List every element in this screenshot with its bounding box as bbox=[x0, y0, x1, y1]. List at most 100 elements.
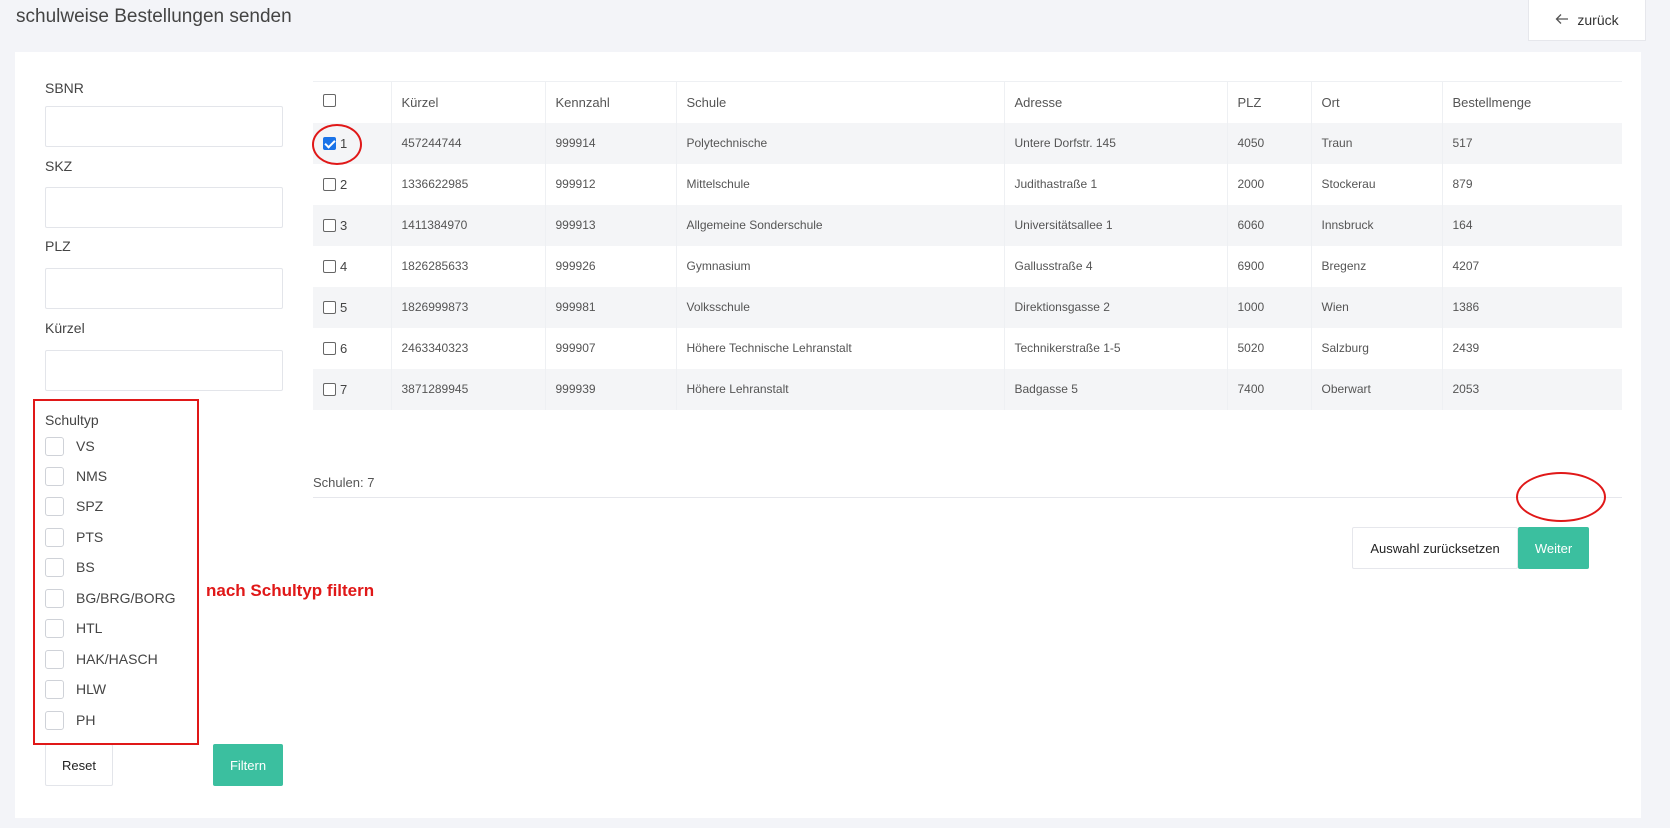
table-cell: 6060 bbox=[1227, 204, 1312, 246]
table-cell: Wien bbox=[1311, 286, 1443, 328]
row-select: 3 bbox=[323, 205, 381, 246]
table-cell: 7400 bbox=[1227, 368, 1312, 410]
table-cell: 1826285633 bbox=[391, 245, 546, 287]
table-cell: Höhere Lehranstalt bbox=[676, 368, 1005, 410]
table-row[interactable]: 4 1826285633 999926 Gymnasium Gallusstraße 4… bbox=[313, 245, 1622, 287]
kuerzel-label: Kürzel bbox=[45, 320, 85, 336]
table-row[interactable]: 7 3871289945 999939 Höhere Lehranstalt Badga… bbox=[313, 368, 1622, 410]
table-cell: 4207 bbox=[1452, 259, 1480, 273]
table-cell: 1000 bbox=[1227, 286, 1312, 328]
annotation-circle-row-checkbox bbox=[312, 124, 362, 165]
table-cell: 999907 bbox=[545, 327, 677, 369]
filter-button[interactable]: Filtern bbox=[213, 744, 283, 786]
table-cell: 1826999873 bbox=[391, 286, 546, 328]
annotation-schultyp-box bbox=[33, 399, 199, 745]
table-cell: 1411384970 bbox=[391, 204, 546, 246]
back-button[interactable]: zurück bbox=[1528, 0, 1646, 41]
row-number: 6 bbox=[340, 340, 348, 356]
table-cell: Volksschule bbox=[676, 286, 1005, 328]
reset-button[interactable]: Reset bbox=[45, 744, 113, 786]
table-cell: 999981 bbox=[545, 286, 677, 328]
column-header[interactable]: Bestellmenge bbox=[1442, 81, 1622, 123]
page-title: schulweise Bestellungen senden bbox=[16, 6, 292, 27]
table-row[interactable]: 2 1336622985 999912 Mittelschule Judithastra… bbox=[313, 163, 1622, 205]
back-button-label: zurück bbox=[1577, 12, 1619, 28]
table-cell: Technikerstraße 1-5 bbox=[1004, 327, 1228, 369]
row-checkbox[interactable] bbox=[323, 300, 336, 314]
table-cell: Stockerau bbox=[1311, 163, 1443, 205]
table-cell: Direktionsgasse 2 bbox=[1004, 286, 1228, 328]
column-header[interactable]: PLZ bbox=[1227, 81, 1312, 123]
school-count: Schulen: 7 bbox=[313, 475, 375, 490]
table-cell: Gallusstraße 4 bbox=[1004, 245, 1228, 287]
table-cell: 1386 bbox=[1452, 300, 1480, 314]
select-cell: 6 bbox=[313, 327, 392, 369]
row-select: 7 bbox=[323, 369, 381, 410]
table-cell: 999912 bbox=[545, 163, 677, 205]
table-cell: 2000 bbox=[1227, 163, 1312, 205]
column-header[interactable]: Schule bbox=[676, 81, 1005, 123]
clear-selection-button[interactable]: Auswahl zurücksetzen bbox=[1352, 527, 1518, 569]
divider bbox=[313, 497, 1622, 498]
table-cell: 4050 bbox=[1227, 122, 1312, 164]
next-button[interactable]: Weiter bbox=[1518, 527, 1589, 569]
table-cell: Badgasse 5 bbox=[1004, 368, 1228, 410]
plz-label: PLZ bbox=[45, 238, 71, 254]
column-header[interactable]: Adresse bbox=[1004, 81, 1228, 123]
select-cell: 4 bbox=[313, 245, 392, 287]
skz-label: SKZ bbox=[45, 158, 73, 174]
table-cell: Salzburg bbox=[1311, 327, 1443, 369]
skz-input[interactable] bbox=[45, 187, 283, 228]
table-cell: Gymnasium bbox=[676, 245, 1005, 287]
row-checkbox[interactable] bbox=[323, 382, 336, 396]
sbnr-input[interactable] bbox=[45, 106, 283, 147]
row-checkbox[interactable] bbox=[323, 218, 336, 232]
select-all-checkbox[interactable] bbox=[323, 94, 336, 108]
select-cell: 3 bbox=[313, 204, 392, 246]
table-cell: Polytechnische bbox=[676, 122, 1005, 164]
plz-input[interactable] bbox=[45, 268, 283, 309]
table-cell: 2439 bbox=[1452, 341, 1480, 355]
row-select: 2 bbox=[323, 164, 381, 205]
table-cell: 1336622985 bbox=[391, 163, 546, 205]
table-header-row: Kürzel Kennzahl Schule Adresse PLZ Ort B… bbox=[313, 81, 1622, 123]
table-cell: Innsbruck bbox=[1311, 204, 1443, 246]
row-checkbox[interactable] bbox=[323, 259, 336, 273]
table-cell: 2463340323 bbox=[391, 327, 546, 369]
row-checkbox[interactable] bbox=[323, 341, 336, 355]
schools-table: Kürzel Kennzahl Schule Adresse PLZ Ort B… bbox=[313, 81, 1622, 410]
row-select: 4 bbox=[323, 246, 381, 287]
kuerzel-input[interactable] bbox=[45, 350, 283, 391]
column-header[interactable]: Kennzahl bbox=[545, 81, 677, 123]
select-cell: 5 bbox=[313, 286, 392, 328]
row-select: 6 bbox=[323, 328, 381, 369]
table-cell: 517 bbox=[1452, 136, 1473, 150]
table-cell: 457244744 bbox=[391, 122, 546, 164]
table-cell: Mittelschule bbox=[676, 163, 1005, 205]
table-cell: Oberwart bbox=[1311, 368, 1443, 410]
table-row[interactable]: 3 1411384970 999913 Allgemeine Sonderschule… bbox=[313, 204, 1622, 246]
select-all-cell bbox=[313, 81, 392, 123]
column-header[interactable]: Kürzel bbox=[391, 81, 546, 123]
table-cell: Bregenz bbox=[1311, 245, 1443, 287]
table-row[interactable]: 5 1826999873 999981 Volksschule Direktionsga… bbox=[313, 286, 1622, 328]
table-cell: Untere Dorfstr. 145 bbox=[1004, 122, 1228, 164]
column-header[interactable]: Ort bbox=[1311, 81, 1443, 123]
table-cell: 5020 bbox=[1227, 327, 1312, 369]
table-cell: 3871289945 bbox=[391, 368, 546, 410]
table-cell: Universitätsallee 1 bbox=[1004, 204, 1228, 246]
table-row[interactable]: 1 457244744 999914 Polytechnische Untere Dor… bbox=[313, 122, 1622, 164]
table-cell: Traun bbox=[1311, 122, 1443, 164]
row-checkbox[interactable] bbox=[323, 177, 336, 191]
table-cell: 999914 bbox=[545, 122, 677, 164]
row-number: 3 bbox=[340, 217, 348, 233]
table-row[interactable]: 6 2463340323 999907 Höhere Technische Lehra… bbox=[313, 327, 1622, 369]
annotation-circle-next-button bbox=[1516, 472, 1606, 522]
annotation-text: nach Schultyp filtern bbox=[206, 581, 375, 600]
table-cell: 879 bbox=[1452, 177, 1473, 191]
table-cell: 6900 bbox=[1227, 245, 1312, 287]
row-number: 5 bbox=[340, 299, 348, 315]
table-cell: 164 bbox=[1452, 218, 1473, 232]
table-cell: 999926 bbox=[545, 245, 677, 287]
row-number: 7 bbox=[340, 381, 348, 397]
